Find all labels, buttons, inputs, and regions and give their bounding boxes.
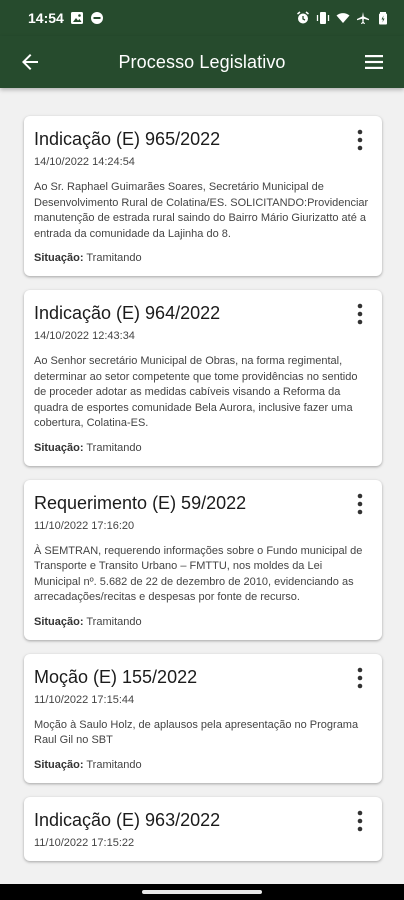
battery-icon [376, 11, 390, 25]
more-options-button[interactable] [350, 492, 370, 516]
page-title: Processo Legislativo [118, 51, 286, 72]
status-value: Tramitando [86, 441, 142, 454]
card-title: Indicação (E) 965/2022 [34, 129, 221, 149]
process-card[interactable]: Moção (E) 155/2022 11/10/2022 17:15:44 M… [24, 653, 382, 783]
card-date: 14/10/2022 12:43:34 [34, 330, 135, 342]
process-card[interactable]: Indicação (E) 964/2022 14/10/2022 12:43:… [24, 290, 382, 466]
alarm-icon [296, 11, 310, 25]
more-vert-icon [357, 493, 363, 514]
card-description: À SEMTRAN, requerendo informações sobre … [34, 544, 363, 604]
process-card[interactable]: Indicação (E) 965/2022 14/10/2022 14:24:… [24, 116, 382, 276]
card-date: 11/10/2022 17:15:22 [34, 836, 135, 849]
card-status: Situação: Tramitando [34, 252, 370, 264]
status-label: Situação: [34, 441, 84, 454]
card-status: Situação: Tramitando [34, 616, 370, 628]
card-date: 11/10/2022 17:15:44 [34, 693, 135, 706]
app-bar: Processo Legislativo [0, 36, 404, 88]
card-status: Situação: Tramitando [34, 759, 370, 771]
home-handle[interactable] [142, 890, 262, 894]
menu-button[interactable] [358, 46, 390, 78]
card-title: Requerimento (E) 59/2022 [34, 492, 247, 513]
status-value: Tramitando [86, 252, 142, 264]
more-vert-icon [357, 303, 363, 325]
card-date: 14/10/2022 14:24:54 [34, 156, 135, 168]
wifi-icon [336, 11, 350, 25]
status-bar: 14:54 [0, 0, 404, 36]
status-left: 14:54 [28, 10, 104, 26]
dnd-icon [90, 11, 104, 25]
airplane-icon [356, 11, 370, 25]
process-card[interactable]: Requerimento (E) 59/2022 11/10/2022 17:1… [24, 479, 382, 640]
status-value: Tramitando [86, 615, 142, 628]
process-card[interactable]: Indicação (E) 963/2022 11/10/2022 17:15:… [24, 796, 382, 861]
more-vert-icon [357, 129, 363, 151]
card-status: Situação: Tramitando [34, 442, 370, 454]
status-value: Tramitando [86, 758, 142, 771]
card-description: Ao Sr. Raphael Guimarães Soares, Secretá… [34, 181, 369, 240]
status-label: Situação: [34, 615, 84, 628]
process-list: Indicação (E) 965/2022 14/10/2022 14:24:… [0, 88, 404, 861]
status-label: Situação: [34, 758, 84, 771]
card-title: Moção (E) 155/2022 [34, 666, 198, 687]
card-title: Indicação (E) 964/2022 [34, 303, 221, 323]
status-right [296, 11, 390, 25]
arrow-back-icon [22, 54, 38, 70]
status-label: Situação: [34, 252, 84, 264]
screen: 14:54 Processo Legislativo Indicação (E)… [0, 0, 404, 900]
card-date: 11/10/2022 17:16:20 [34, 519, 135, 532]
more-options-button[interactable] [350, 666, 370, 690]
vibrate-icon [316, 11, 330, 25]
more-options-button[interactable] [350, 302, 370, 326]
status-time: 14:54 [28, 10, 64, 26]
card-description: Moção à Saulo Holz, de aplausos pela apr… [34, 718, 359, 747]
card-title: Indicação (E) 963/2022 [34, 809, 221, 830]
hamburger-menu-icon [365, 55, 383, 69]
back-button[interactable] [14, 46, 46, 78]
more-options-button[interactable] [350, 128, 370, 152]
more-options-button[interactable] [350, 809, 370, 833]
card-description: Ao Senhor secretário Municipal de Obras,… [34, 355, 358, 429]
more-vert-icon [357, 667, 363, 688]
more-vert-icon [357, 810, 363, 831]
gesture-nav-bar [0, 884, 404, 900]
image-icon [70, 11, 84, 25]
